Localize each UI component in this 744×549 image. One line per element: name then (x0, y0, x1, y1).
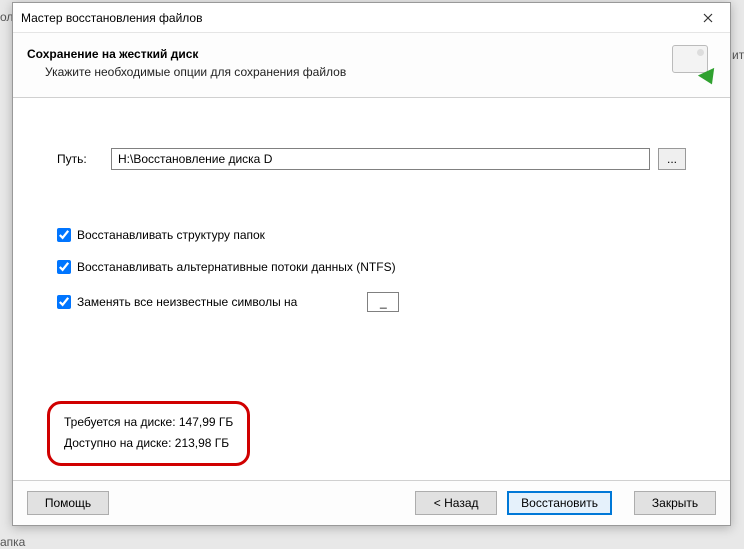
recover-button[interactable]: Восстановить (507, 491, 612, 515)
back-button[interactable]: < Назад (415, 491, 497, 515)
header-title: Сохранение на жесткий диск (27, 47, 670, 61)
recovery-wizard-dialog: Мастер восстановления файлов Сохранение … (12, 2, 731, 526)
help-button[interactable]: Помощь (27, 491, 109, 515)
disk-space-highlighted: Требуется на диске: 147,99 ГБ Доступно н… (47, 401, 250, 466)
wizard-content: Путь: ... Восстанавливать структуру папо… (13, 98, 730, 480)
close-button[interactable]: Закрыть (634, 491, 716, 515)
restore-structure-row: Восстанавливать структуру папок (57, 228, 686, 242)
replace-unknown-row: Заменять все неизвестные символы на (57, 292, 686, 312)
wizard-footer: Помощь < Назад Восстановить Закрыть (13, 480, 730, 525)
browse-button[interactable]: ... (658, 148, 686, 170)
restore-ads-row: Восстанавливать альтернативные потоки да… (57, 260, 686, 274)
restore-ads-checkbox[interactable] (57, 260, 71, 274)
replace-unknown-label: Заменять все неизвестные символы на (77, 295, 297, 309)
path-input[interactable] (111, 148, 650, 170)
restore-ads-label: Восстанавливать альтернативные потоки да… (77, 260, 396, 274)
restore-structure-label: Восстанавливать структуру папок (77, 228, 265, 242)
header-subtitle: Укажите необходимые опции для сохранения… (27, 65, 670, 79)
wizard-header: Сохранение на жесткий диск Укажите необх… (13, 33, 730, 98)
close-icon[interactable] (685, 3, 730, 33)
path-label: Путь: (57, 152, 111, 166)
disk-required: Требуется на диске: 147,99 ГБ (64, 412, 233, 434)
replace-char-input[interactable] (367, 292, 399, 312)
titlebar: Мастер восстановления файлов (13, 3, 730, 33)
replace-unknown-checkbox[interactable] (57, 295, 71, 309)
restore-structure-checkbox[interactable] (57, 228, 71, 242)
disk-available: Доступно на диске: 213,98 ГБ (64, 433, 233, 455)
path-row: Путь: ... (57, 148, 686, 170)
window-title: Мастер восстановления файлов (21, 11, 685, 25)
hdd-recovery-icon (670, 43, 716, 83)
